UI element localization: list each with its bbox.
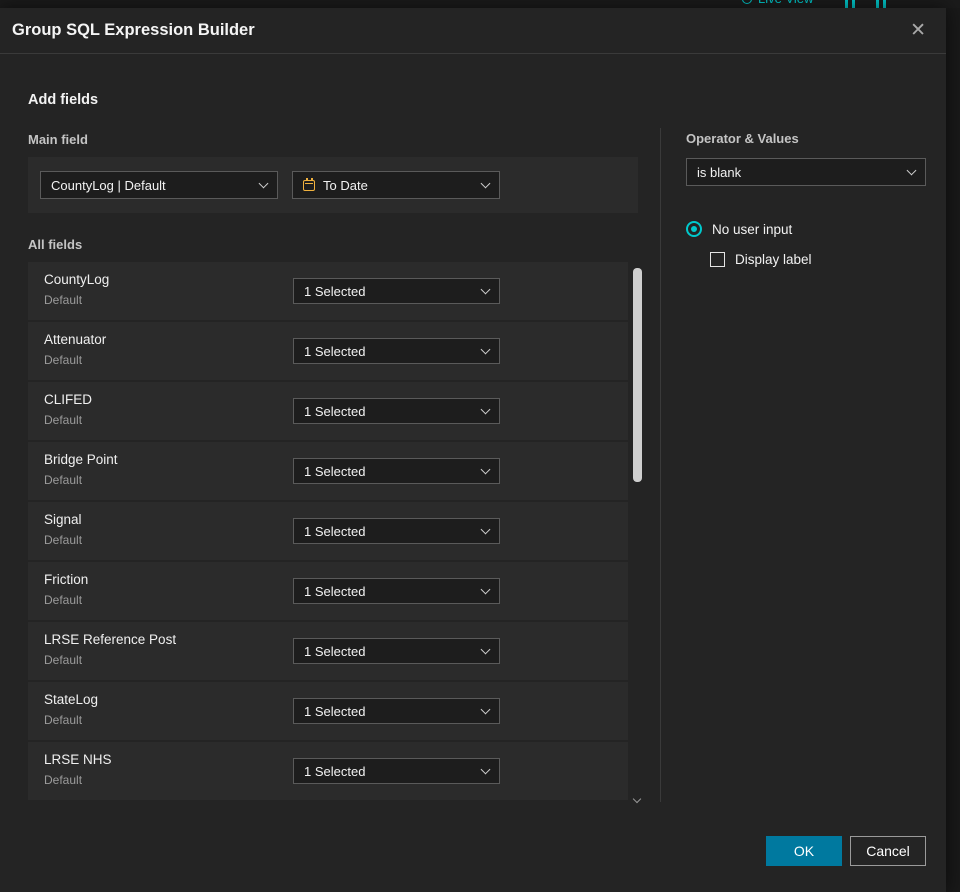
field-row: StateLog Default 1 Selected [28,682,628,740]
underlying-app-toolbar: Live View [0,0,960,8]
panel-toggle-icon[interactable] [852,0,855,8]
field-selected-dropdown-label: 1 Selected [304,283,366,299]
no-user-input-radio[interactable]: No user input [686,221,792,237]
field-name: CLIFED [44,392,93,407]
main-field-dropdown[interactable]: CountyLog | Default [40,171,278,199]
chevron-down-icon [480,344,491,355]
chevron-down-icon [480,178,491,189]
column-divider [660,128,661,802]
chevron-down-icon [480,464,491,475]
chevron-down-icon [480,644,491,655]
all-fields-label: All fields [28,237,83,252]
panel-toggle-icon[interactable] [876,0,879,8]
chevron-down-icon [480,584,491,595]
close-button[interactable]: ✕ [906,19,930,42]
field-selected-dropdown[interactable]: 1 Selected [293,338,500,364]
field-selected-dropdown[interactable]: 1 Selected [293,398,500,424]
field-selected-dropdown-label: 1 Selected [304,343,366,359]
field-row: LRSE Reference Post Default 1 Selected [28,622,628,680]
field-selected-dropdown-label: 1 Selected [304,763,366,779]
main-field-label: Main field [28,132,88,147]
field-row: Attenuator Default 1 Selected [28,322,628,380]
field-subtitle: Default [44,773,83,787]
chevron-down-icon [480,764,491,775]
cancel-button[interactable]: Cancel [850,836,926,866]
chevron-down-icon [258,178,269,189]
field-row: CLIFED Default 1 Selected [28,382,628,440]
field-subtitle: Default [44,533,83,547]
field-selected-dropdown-label: 1 Selected [304,463,366,479]
field-selected-dropdown-label: 1 Selected [304,643,366,659]
chevron-down-icon [480,704,491,715]
underlying-app-background [946,8,960,892]
radio-selected-icon [686,221,702,237]
live-view-label: Live View [758,0,813,6]
main-field-panel: CountyLog | Default To Date [28,157,638,213]
field-row: Signal Default 1 Selected [28,502,628,560]
field-subtitle: Default [44,293,83,307]
field-selected-dropdown[interactable]: 1 Selected [293,698,500,724]
operator-dropdown-value: is blank [697,164,742,180]
no-user-input-label: No user input [712,221,793,237]
field-name: Friction [44,572,89,587]
field-selected-dropdown-label: 1 Selected [304,403,366,419]
field-selected-dropdown[interactable]: 1 Selected [293,518,500,544]
scrollbar-thumb[interactable] [633,268,642,482]
operator-values-label: Operator & Values [686,131,799,146]
field-selected-dropdown[interactable]: 1 Selected [293,578,500,604]
field-name: CountyLog [44,272,110,287]
ok-button[interactable]: OK [766,836,842,866]
scroll-down-arrow-icon[interactable] [632,794,642,804]
field-selected-dropdown-label: 1 Selected [304,523,366,539]
main-field-dropdown-value: CountyLog | Default [51,177,166,193]
group-sql-expression-builder-dialog: Group SQL Expression Builder ✕ Add field… [0,8,946,892]
field-selected-dropdown-label: 1 Selected [304,583,366,599]
field-name: Attenuator [44,332,107,347]
checkbox-unchecked-icon [710,252,725,267]
field-selected-dropdown[interactable]: 1 Selected [293,638,500,664]
field-selected-dropdown[interactable]: 1 Selected [293,758,500,784]
dialog-header: Group SQL Expression Builder ✕ [0,8,946,54]
field-name: StateLog [44,692,99,707]
all-fields-list: CountyLog Default 1 Selected Attenuator … [28,262,628,800]
field-subtitle: Default [44,653,83,667]
field-row: LRSE NHS Default 1 Selected [28,742,628,800]
chevron-down-icon [480,524,491,535]
main-field-value-dropdown-value: To Date [323,177,368,193]
operator-dropdown[interactable]: is blank [686,158,926,186]
field-subtitle: Default [44,713,83,727]
panel-toggle-icon[interactable] [845,0,848,8]
field-subtitle: Default [44,413,83,427]
field-row: Friction Default 1 Selected [28,562,628,620]
field-selected-dropdown[interactable]: 1 Selected [293,458,500,484]
field-name: LRSE NHS [44,752,112,767]
chevron-down-icon [480,404,491,415]
field-row: Bridge Point Default 1 Selected [28,442,628,500]
chevron-down-icon [906,165,917,176]
field-subtitle: Default [44,473,83,487]
field-name: Bridge Point [44,452,118,467]
dialog-title: Group SQL Expression Builder [12,21,255,39]
field-subtitle: Default [44,593,83,607]
live-view-eye-icon [742,0,752,4]
add-fields-heading: Add fields [28,92,99,108]
field-name: Signal [44,512,82,527]
chevron-down-icon [480,284,491,295]
field-name: LRSE Reference Post [44,632,177,647]
field-subtitle: Default [44,353,83,367]
display-label-checkbox[interactable]: Display label [710,252,812,267]
field-selected-dropdown-label: 1 Selected [304,703,366,719]
display-label-label: Display label [735,252,812,267]
panel-toggle-icon[interactable] [883,0,886,8]
scrollbar[interactable] [632,264,642,804]
field-row: CountyLog Default 1 Selected [28,262,628,320]
main-field-value-dropdown[interactable]: To Date [292,171,500,199]
field-selected-dropdown[interactable]: 1 Selected [293,278,500,304]
live-view-toggle[interactable]: Live View [742,0,813,6]
calendar-icon [303,177,315,191]
